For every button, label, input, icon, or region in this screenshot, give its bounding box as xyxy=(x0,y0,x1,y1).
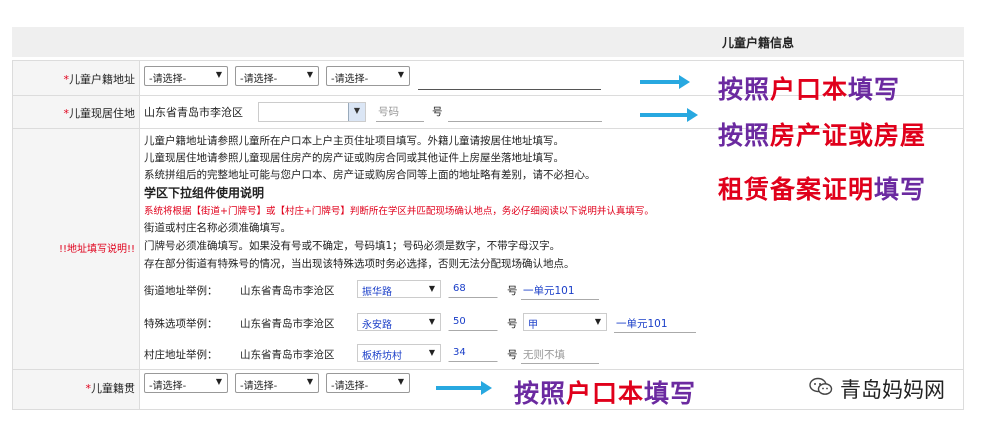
huji-label: *儿童户籍地址 xyxy=(63,73,136,86)
instruction-line: 儿童户籍地址请参照儿童所在户口本上户主页住址项目填写。外籍儿童请按居住地址填写。 xyxy=(144,135,564,147)
number-underline xyxy=(376,121,424,122)
example-label: 街道地址举例： xyxy=(144,285,218,297)
instruction-line: 儿童现居住地请参照儿童现居住房产的房产证或购房合同或其他证件上房屋坐落地址填写。 xyxy=(144,152,564,164)
arrow-right-icon xyxy=(436,381,492,395)
example-number-input[interactable]: 34 xyxy=(448,344,498,362)
example-label: 特殊选项举例： xyxy=(144,318,218,330)
huji-province-select[interactable]: -请选择- ▼ xyxy=(144,66,228,86)
row-divider xyxy=(12,369,964,370)
chevron-down-icon: ▼ xyxy=(428,317,435,326)
instruction-line: 门牌号必须准确填写。如果没有号或不确定，号码填1；号码必须是数字，不带字母汉字。 xyxy=(144,240,561,252)
example-number-input[interactable]: 50 xyxy=(448,313,498,331)
xianzhu-hao-suffix: 号 xyxy=(432,106,443,118)
watermark-text: 青岛妈妈网 xyxy=(840,378,945,402)
annotation-xianzhu-2: 租赁备案证明填写 xyxy=(718,175,927,204)
example-extra: 无则不填 xyxy=(523,349,565,361)
column-divider xyxy=(139,60,140,410)
example-hao: 号 xyxy=(507,285,518,297)
example-district: 山东省青岛市李沧区 xyxy=(240,285,335,297)
example-hao: 号 xyxy=(507,318,518,330)
instruction-line: 街道或村庄名称必须准确填写。 xyxy=(144,222,291,234)
example-district: 山东省青岛市李沧区 xyxy=(240,349,335,361)
huji-detail-input[interactable] xyxy=(418,89,601,90)
huji-district-select[interactable]: -请选择- ▼ xyxy=(326,66,410,86)
instruction-warning: 系统将根据【街道+门牌号】或【村庄+门牌号】判断所在学区并匹配现场确认地点，务必… xyxy=(144,206,654,217)
instruction-line: 系统拼组后的完整地址可能与您户口本、房产证或购房合同等上面的地址略有差别，请不必… xyxy=(144,169,596,181)
chevron-down-icon: ▼ xyxy=(306,377,313,386)
xianzhu-detail-input[interactable] xyxy=(448,121,602,122)
example-district: 山东省青岛市李沧区 xyxy=(240,318,335,330)
chevron-down-icon: ▼ xyxy=(594,317,601,326)
xianzhu-street-select[interactable]: ▼ xyxy=(258,102,366,122)
chevron-down-icon: ▼ xyxy=(397,377,404,386)
instruction-heading: 学区下拉组件使用说明 xyxy=(144,186,265,200)
example-street-select[interactable]: 振华路 ▼ xyxy=(357,280,441,298)
arrow-right-icon xyxy=(640,108,698,122)
huji-city-select[interactable]: -请选择- ▼ xyxy=(235,66,319,86)
example-street-select[interactable]: 永安路 ▼ xyxy=(357,313,441,331)
chevron-down-icon: ▼ xyxy=(428,284,435,293)
example-extra: 一单元101 xyxy=(523,285,575,297)
example-extra-underline xyxy=(521,363,599,364)
annotation-xianzhu-1: 按照房产证或房屋 xyxy=(718,121,927,150)
wechat-icon xyxy=(809,377,833,395)
jiguan-city-select[interactable]: -请选择- ▼ xyxy=(235,373,319,393)
chevron-down-icon: ▼ xyxy=(306,70,313,79)
chevron-down-icon: ▼ xyxy=(397,70,404,79)
example-extra: 一单元101 xyxy=(616,318,668,330)
annotation-jiguan: 按照户口本填写 xyxy=(514,379,697,408)
example-special-select[interactable]: 甲 ▼ xyxy=(523,313,607,331)
arrow-right-icon xyxy=(640,75,690,89)
annotation-huji: 按照户口本填写 xyxy=(718,75,901,104)
example-label: 村庄地址举例： xyxy=(144,349,218,361)
jiguan-province-select[interactable]: -请选择- ▼ xyxy=(144,373,228,393)
xianzhu-number-input[interactable]: 号码 xyxy=(378,104,399,119)
example-number-input[interactable]: 68 xyxy=(448,280,498,298)
jiguan-label: *儿童籍贯 xyxy=(85,382,136,395)
section-header: 儿童户籍信息 xyxy=(12,27,964,57)
chevron-down-icon: ▼ xyxy=(348,103,365,121)
example-street-select[interactable]: 板桥坊村 ▼ xyxy=(357,344,441,362)
instruction-line: 存在部分街道有特殊号的情况，当出现该特殊选项时务必选择，否则无法分配现场确认地点… xyxy=(144,258,575,270)
chevron-down-icon: ▼ xyxy=(215,70,222,79)
example-hao: 号 xyxy=(507,349,518,361)
chevron-down-icon: ▼ xyxy=(215,377,222,386)
section-title: 儿童户籍信息 xyxy=(721,36,794,50)
shuoming-label: !!地址填写说明!! xyxy=(58,244,135,255)
xianzhu-label: *儿童现居住地 xyxy=(63,107,136,120)
example-extra-underline xyxy=(614,332,696,333)
xianzhu-prefix: 山东省青岛市李沧区 xyxy=(144,106,243,119)
jiguan-district-select[interactable]: -请选择- ▼ xyxy=(326,373,410,393)
chevron-down-icon: ▼ xyxy=(428,348,435,357)
example-extra-underline xyxy=(521,299,599,300)
